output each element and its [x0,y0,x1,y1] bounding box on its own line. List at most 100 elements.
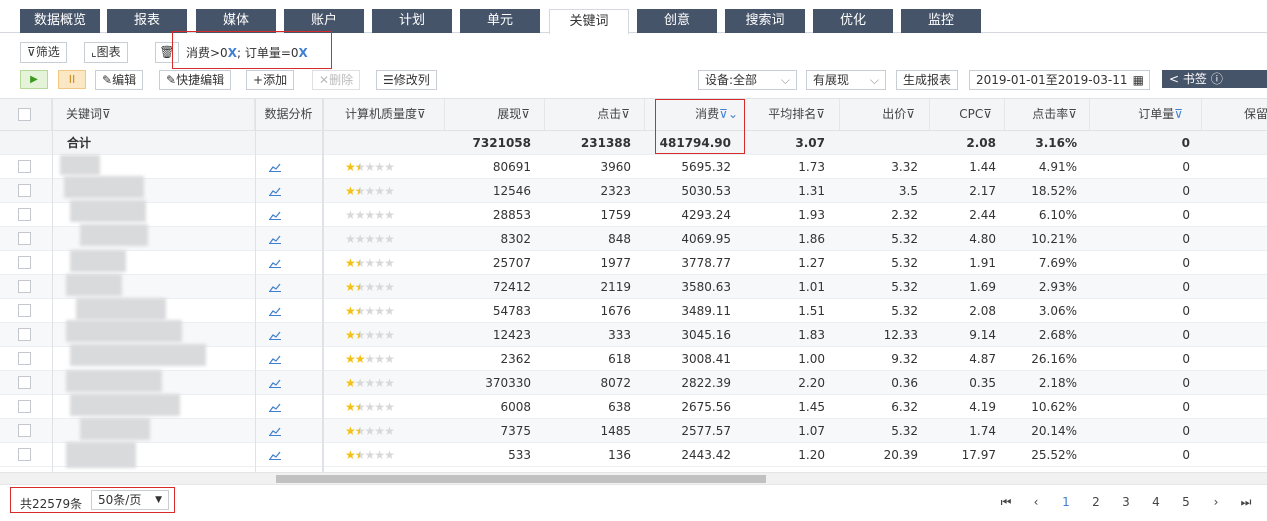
row-checkbox[interactable] [18,232,31,245]
tab-7[interactable]: 创意 [637,9,717,33]
row-checkbox[interactable] [18,448,31,461]
trend-chart-icon[interactable] [269,353,281,367]
trend-chart-icon[interactable] [269,161,281,175]
col-avg-rank[interactable]: 平均排名⊽ [745,99,840,130]
col-bid[interactable]: 出价⊽ [840,99,930,130]
trend-chart-icon[interactable] [269,281,281,295]
table-row[interactable]: ★★★★★ 8302 848 4069.95 1.86 5.32 4.80 10.21% 0 [0,227,1267,251]
tab-8[interactable]: 搜索词 [725,9,805,33]
row-checkbox[interactable] [18,328,31,341]
first-page-icon[interactable]: ⏮ [997,493,1015,511]
remove-filter2-icon[interactable]: X [299,46,308,60]
page-2[interactable]: 2 [1087,493,1105,511]
trend-chart-icon[interactable] [269,449,281,463]
col-data-analysis: 数据分析 [255,99,323,130]
col-impressions[interactable]: 展现⊽ [445,99,545,130]
row-checkbox[interactable] [18,376,31,389]
horizontal-scrollbar[interactable] [0,472,1267,484]
prev-page-icon[interactable]: ‹ [1027,493,1045,511]
start-button[interactable]: ▶ [20,70,48,89]
col-ctr[interactable]: 点击率⊽ [1005,99,1090,130]
cell-cost: 3008.41 [681,352,731,366]
row-checkbox[interactable] [18,256,31,269]
next-page-icon[interactable]: › [1207,493,1225,511]
row-checkbox[interactable] [18,280,31,293]
tab-10[interactable]: 监控 [901,9,981,33]
tab-9[interactable]: 优化 [813,9,893,33]
col-keyword[interactable]: 关键词⊽ [52,99,255,130]
quick-edit-button[interactable]: ✎快捷编辑 [159,70,232,90]
table-row[interactable]: ★★★★★ 80691 3960 5695.32 1.73 3.32 1.44 4.91% 0 [0,155,1267,179]
cell-cpc: 1.74 [969,424,996,438]
cell-avg_rank: 1.00 [798,352,825,366]
trend-chart-icon[interactable] [269,257,281,271]
date-range-picker[interactable]: 2019-01-01至2019-03-11 ▦ [969,70,1150,90]
select-all-checkbox[interactable] [18,108,31,121]
tab-5[interactable]: 单元 [460,9,540,33]
page-4[interactable]: 4 [1147,493,1165,511]
cell-cpc: 4.19 [969,400,996,414]
trend-chart-icon[interactable] [269,377,281,391]
row-checkbox[interactable] [18,400,31,413]
row-checkbox[interactable] [18,352,31,365]
tab-6[interactable]: 关键词 [549,9,629,34]
trend-chart-icon[interactable] [269,185,281,199]
pause-button[interactable]: II [58,70,86,89]
row-checkbox[interactable] [18,208,31,221]
col-quality[interactable]: 计算机质量度⊽ [323,99,445,130]
generate-report-button[interactable]: 生成报表 [896,70,959,90]
filter-icon: ⊽ [417,107,426,121]
tab-3[interactable]: 账户 [284,9,364,33]
table-row[interactable]: ★★★★★ 370330 8072 2822.39 2.20 0.36 0.35 2.18% 0 [0,371,1267,395]
row-checkbox[interactable] [18,184,31,197]
tab-1[interactable]: 报表 [107,9,187,33]
table-row[interactable]: ★★★★★ 7375 1485 2577.57 1.07 5.32 1.74 20.14% 0 [0,419,1267,443]
page-3[interactable]: 3 [1117,493,1135,511]
cell-impressions: 72412 [492,280,531,294]
row-checkbox[interactable] [18,160,31,173]
table-row[interactable]: ★★★★★ 25707 1977 3778.77 1.27 5.32 1.91 7.69% 0 [0,251,1267,275]
table-row[interactable]: ★★★★★ 54783 1676 3489.11 1.51 5.32 2.08 3.06% 0 [0,299,1267,323]
edit-button[interactable]: ✎编辑 [95,70,144,90]
col-orders[interactable]: 订单量⊽ [1090,99,1202,130]
col-cpc[interactable]: CPC⊽ [930,99,1005,130]
table-row[interactable]: ★★★★★ 6008 638 2675.56 1.45 6.32 4.19 10.62% 0 [0,395,1267,419]
delete-button[interactable]: ✕删除 [312,70,361,90]
row-checkbox[interactable] [18,424,31,437]
cell-cpc: 2.44 [969,208,996,222]
table-row[interactable]: ★★★★★ 72412 2119 3580.63 1.01 5.32 1.69 2.93% 0 [0,275,1267,299]
table-header: 关键词⊽ 数据分析 计算机质量度⊽ 展现⊽ 点击⊽ 消费⊽⌄ 平均排名⊽ 出价⊽… [0,98,1267,131]
remove-filter-icon[interactable]: X [228,46,237,60]
page-1[interactable]: 1 [1057,493,1075,511]
cell-orders: 0 [1182,160,1190,174]
tab-0[interactable]: 数据概览 [20,9,100,33]
trend-chart-icon[interactable] [269,233,281,247]
total-ctr: 3.16% [1035,136,1077,150]
chart-button[interactable]: ⌞图表 [84,42,128,63]
add-button[interactable]: +添加 [246,70,295,90]
tab-2[interactable]: 媒体 [196,9,276,33]
table-row[interactable]: ★★★★★ 28853 1759 4293.24 1.93 2.32 2.44 6.10% 0 [0,203,1267,227]
table-row[interactable]: ★★★★★ 12546 2323 5030.53 1.31 3.5 2.17 18.52% 0 [0,179,1267,203]
cell-orders: 0 [1182,208,1190,222]
cell-cost: 3045.16 [681,328,731,342]
cell-orders: 0 [1182,232,1190,246]
col-clicks[interactable]: 点击⊽ [545,99,645,130]
filter-button[interactable]: ⊽筛选 [20,42,67,63]
device-select[interactable]: 设备:全部 ⌵ [698,70,797,90]
trend-chart-icon[interactable] [269,209,281,223]
modify-columns-button[interactable]: ☰修改列 [376,70,437,90]
last-page-icon[interactable]: ⏭ [1237,493,1255,511]
total-impressions: 7321058 [472,136,531,150]
trend-chart-icon[interactable] [269,425,281,439]
table-row[interactable]: ★★★★★ 533 136 2443.42 1.20 20.39 17.97 25.52% 0 [0,443,1267,467]
display-select[interactable]: 有展现 ⌵ [806,70,886,90]
page-5[interactable]: 5 [1177,493,1195,511]
bookmark-button[interactable]: < 书签 ⓘ [1162,70,1227,88]
tab-4[interactable]: 计划 [372,9,452,33]
trend-chart-icon[interactable] [269,329,281,343]
row-checkbox[interactable] [18,304,31,317]
trend-chart-icon[interactable] [269,401,281,415]
scrollbar-thumb[interactable] [276,475,766,483]
trend-chart-icon[interactable] [269,305,281,319]
